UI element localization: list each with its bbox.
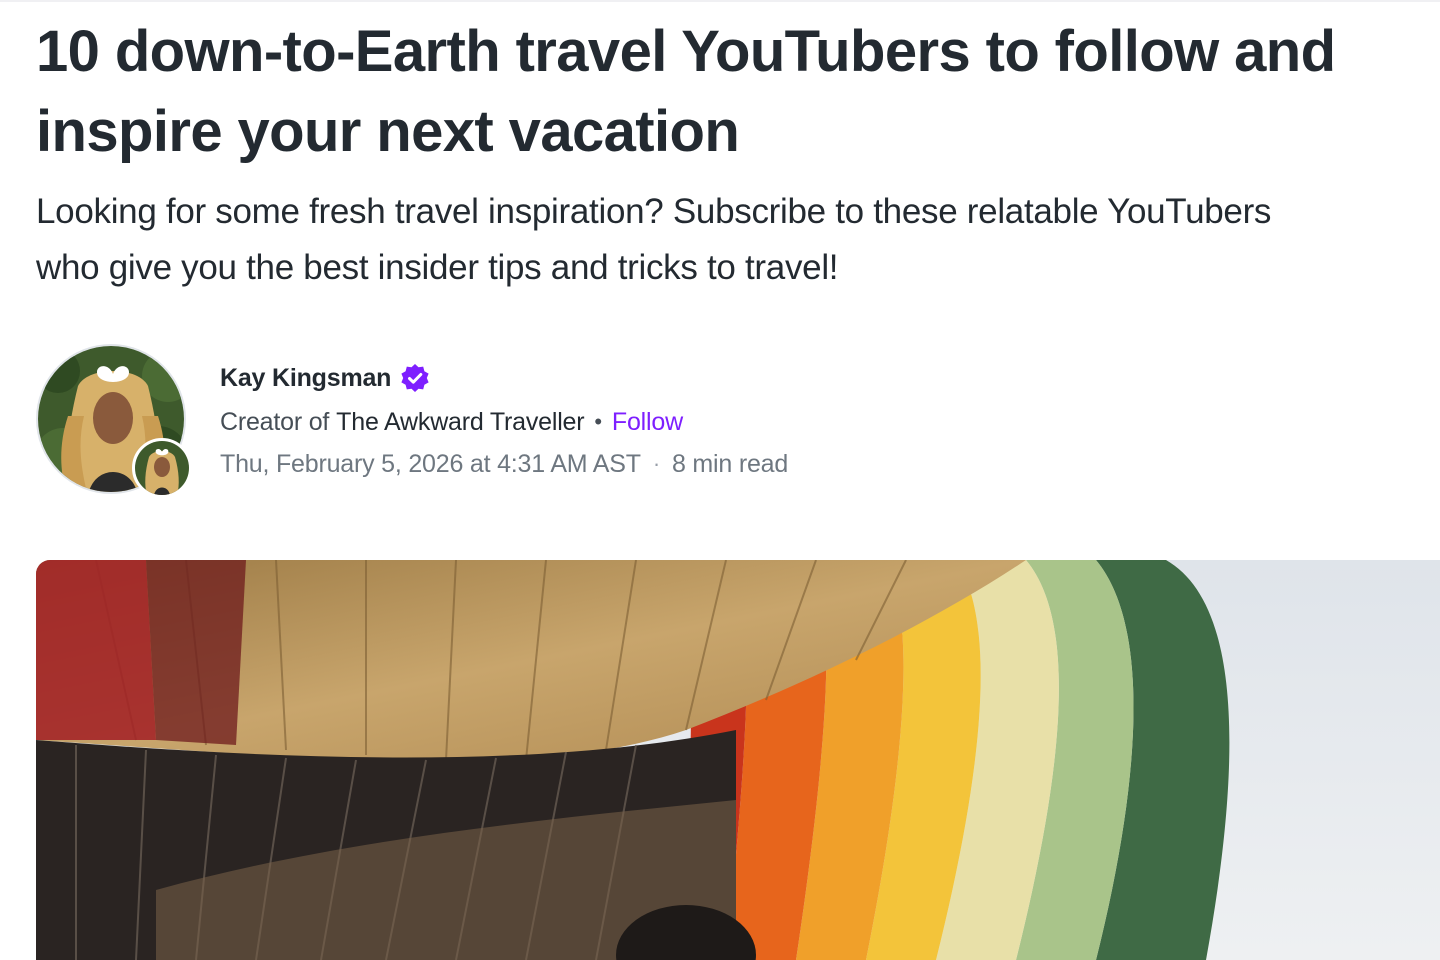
top-divider — [0, 0, 1440, 2]
publish-date: Thu, February 5, 2026 at 4:31 AM AST — [220, 449, 641, 478]
hero-image — [36, 560, 1440, 960]
subhead-line-1: Looking for some fresh travel inspiratio… — [36, 192, 1272, 231]
article-subheadline: Looking for some fresh travel inspiratio… — [36, 184, 1440, 296]
author-byline: Kay Kingsman Creator of The Awkward Trav… — [36, 344, 936, 504]
meta-separator: · — [652, 451, 660, 476]
headline-line-2: inspire your next vacation — [36, 99, 740, 164]
read-time: 8 min read — [671, 449, 789, 478]
follow-button[interactable]: Follow — [612, 408, 683, 437]
headline-line-1: 10 down-to-Earth travel YouTubers to fol… — [36, 19, 1336, 84]
subhead-line-2: who give you the best insider tips and t… — [36, 248, 839, 287]
article-headline: 10 down-to-Earth travel YouTubers to fol… — [36, 12, 1436, 172]
author-name-row: Kay Kingsman — [220, 362, 431, 394]
publication-photo — [135, 441, 189, 495]
creator-prefix: Creator of — [220, 407, 330, 436]
bullet-separator: • — [594, 409, 602, 434]
hot-air-balloon-photo — [36, 560, 1440, 960]
publication-avatar[interactable] — [132, 438, 192, 498]
verified-badge-icon — [401, 364, 429, 392]
publication-name[interactable]: The Awkward Traveller — [336, 408, 584, 437]
author-name[interactable]: Kay Kingsman — [220, 364, 391, 393]
creator-row: Creator of The Awkward Traveller • Follo… — [220, 406, 683, 438]
article-meta: Thu, February 5, 2026 at 4:31 AM AST · 8… — [220, 448, 788, 480]
